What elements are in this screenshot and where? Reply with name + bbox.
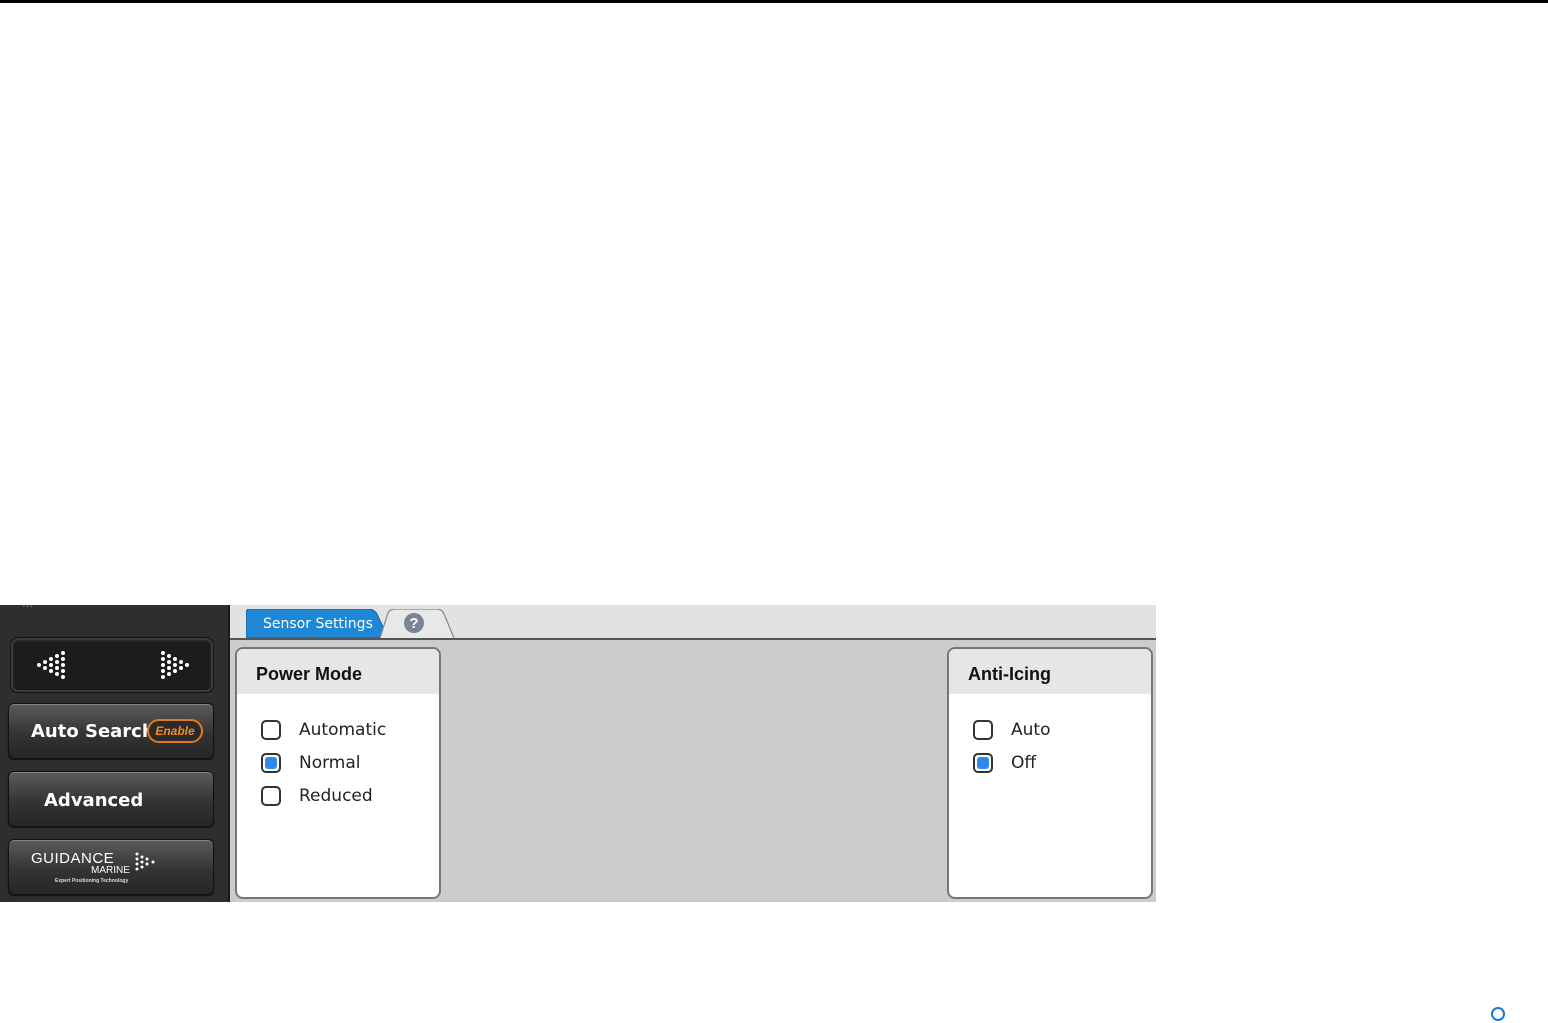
option-normal[interactable]: Normal (261, 752, 361, 774)
anti-icing-title: Anti-Icing (949, 649, 1151, 694)
top-border (0, 0, 1548, 3)
option-reduced[interactable]: Reduced (261, 785, 373, 807)
advanced-label: Advanced (44, 790, 144, 811)
arrow-right-icon[interactable] (159, 650, 193, 680)
tab-sensor-settings[interactable]: Sensor Settings (246, 609, 388, 638)
arrow-left-icon[interactable] (35, 650, 69, 680)
power-mode-group: Power Mode Automatic Normal Reduced (235, 647, 441, 899)
content-area: Sensor Settings ? Power Mode Automatic N… (230, 605, 1156, 902)
corner-circle-icon (1491, 1007, 1505, 1021)
checkbox-off[interactable] (973, 753, 993, 773)
help-tab-shape: ? (380, 609, 455, 638)
auto-search-label: Auto Search (31, 721, 155, 742)
power-mode-title: Power Mode (237, 649, 439, 694)
advanced-button[interactable]: Advanced (8, 771, 214, 827)
option-automatic[interactable]: Automatic (261, 719, 386, 741)
checkbox-normal[interactable] (261, 753, 281, 773)
nav-arrows-button[interactable] (10, 637, 214, 693)
checkbox-automatic[interactable] (261, 720, 281, 740)
logo-tagline: Expert Positioning Technology (55, 878, 129, 884)
option-reduced-label: Reduced (299, 786, 373, 806)
checkbox-auto[interactable] (973, 720, 993, 740)
logo-arrow-icon (135, 852, 155, 871)
auto-search-button[interactable]: Auto Search Enable (8, 703, 214, 759)
app-window: ... (0, 605, 1156, 902)
anti-icing-group: Anti-Icing Auto Off (947, 647, 1153, 899)
option-normal-label: Normal (299, 753, 361, 773)
logo-sub: MARINE (91, 865, 130, 876)
sidebar: ... (0, 605, 230, 902)
option-off[interactable]: Off (973, 752, 1036, 774)
option-off-label: Off (1011, 753, 1037, 773)
help-icon[interactable]: ? (409, 615, 418, 632)
option-automatic-label: Automatic (299, 720, 387, 740)
tab-sensor-settings-label: Sensor Settings (263, 616, 373, 632)
tab-strip: Sensor Settings ? (230, 605, 1156, 640)
enable-badge[interactable]: Enable (147, 719, 203, 743)
checkbox-reduced[interactable] (261, 786, 281, 806)
option-auto[interactable]: Auto (973, 719, 1050, 741)
option-auto-label: Auto (1011, 720, 1051, 740)
sidebar-clipped-label: ... (22, 605, 33, 610)
tab-help[interactable]: ? (380, 609, 458, 638)
guidance-marine-logo-button[interactable]: GUIDANCE MARINE Expert Positioning Techn… (8, 839, 214, 895)
